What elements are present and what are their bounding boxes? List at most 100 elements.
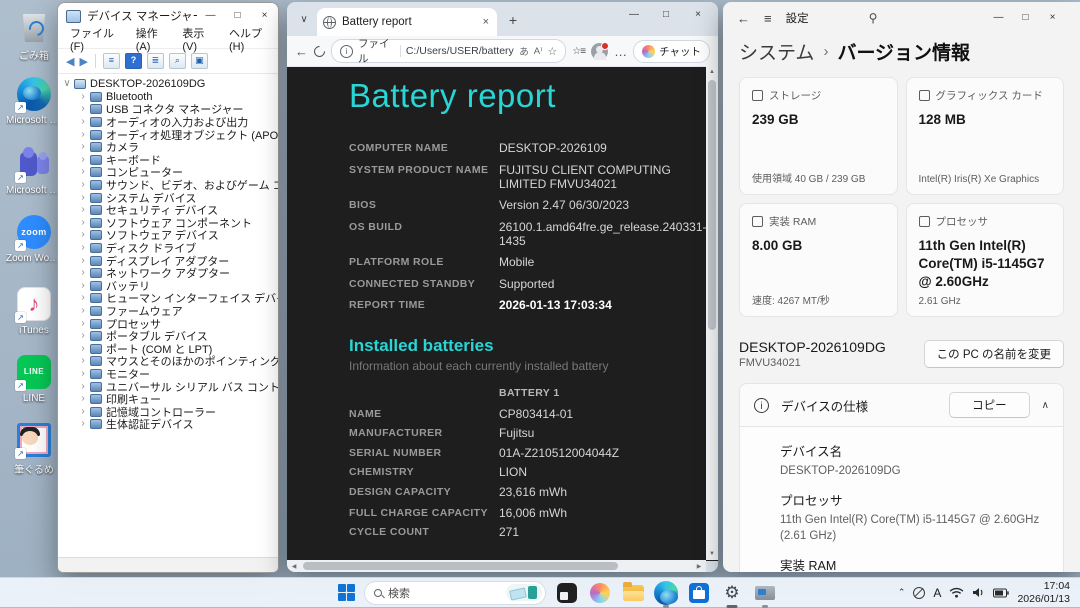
expand-chevron-icon[interactable]: ›	[78, 179, 88, 191]
scan-hardware-icon[interactable]: ⌕	[168, 53, 186, 69]
scroll-right-icon[interactable]: ▶	[692, 563, 706, 570]
vertical-scrollbar[interactable]: ▲ ▼	[706, 66, 718, 560]
maximize-button[interactable]: □	[650, 2, 682, 28]
device-tree-item[interactable]: › カメラ	[62, 141, 278, 154]
forward-icon[interactable]: ▶	[79, 55, 87, 68]
expand-chevron-icon[interactable]: ›	[78, 318, 88, 330]
page-info-icon[interactable]: i	[340, 44, 353, 58]
expand-chevron-icon[interactable]: ›	[78, 343, 88, 355]
expand-chevron-icon[interactable]: ›	[78, 192, 88, 204]
desktop-icon-itunes[interactable]: ♪ ↗ iTunes	[6, 286, 62, 336]
expand-chevron-icon[interactable]: ›	[78, 292, 88, 304]
menu-action[interactable]: 操作(A)	[130, 24, 175, 54]
expand-chevron-icon[interactable]: ›	[78, 355, 88, 367]
hidden-icons-chevron-icon[interactable]: ⌃	[898, 587, 906, 598]
device-spec-expander[interactable]: i デバイスの仕様 コピー ∧	[739, 383, 1064, 427]
help-icon[interactable]: ?	[124, 53, 142, 69]
device-tree-item[interactable]: › ユニバーサル シリアル バス コントローラー	[62, 380, 278, 394]
horizontal-scrollbar[interactable]: ◀ ▶	[287, 560, 706, 572]
back-icon[interactable]: ←	[737, 11, 750, 26]
expand-chevron-icon[interactable]: ›	[78, 229, 88, 241]
desktop-icon-zoom[interactable]: zoom↗ Zoom Workpla...	[6, 214, 62, 264]
expand-chevron-icon[interactable]: ›	[78, 280, 88, 292]
back-icon[interactable]: ←	[295, 44, 308, 59]
desktop-icon-edge[interactable]: ↗ Microsoft Edge	[6, 76, 62, 126]
breadcrumb-system[interactable]: システム	[739, 38, 814, 65]
collapse-chevron-icon[interactable]: ∨	[62, 78, 72, 90]
collections-icon[interactable]: ☆≡	[572, 46, 586, 57]
expand-chevron-icon[interactable]: ›	[78, 406, 88, 418]
menu-view[interactable]: 表示(V)	[176, 24, 221, 54]
device-tree-item[interactable]: › 生体認証デバイス	[62, 418, 278, 431]
minimize-button[interactable]: —	[618, 2, 650, 28]
expand-chevron-icon[interactable]: ›	[78, 267, 88, 279]
new-tab-button[interactable]: +	[501, 8, 525, 32]
expand-chevron-icon[interactable]: ›	[78, 141, 88, 153]
device-tree-item[interactable]: › ネットワーク アダプター	[62, 267, 278, 280]
search-icon[interactable]: ⚲	[869, 11, 878, 25]
expand-chevron-icon[interactable]: ›	[78, 103, 88, 115]
scroll-up-icon[interactable]: ▲	[706, 66, 718, 78]
hamburger-menu-icon[interactable]: ≡	[764, 11, 772, 26]
expand-chevron-icon[interactable]: ›	[78, 166, 88, 178]
expand-chevron-icon[interactable]: ›	[78, 204, 88, 216]
expand-chevron-icon[interactable]: ›	[78, 91, 88, 103]
menu-file[interactable]: ファイル(F)	[64, 24, 128, 54]
expand-chevron-icon[interactable]: ›	[78, 381, 88, 393]
rename-pc-button[interactable]: この PC の名前を変更	[923, 340, 1064, 368]
desktop-icon-recycle-bin[interactable]: ごみ箱	[6, 8, 62, 62]
desktop-icon-teams[interactable]: ↗ Microsoft Tea...	[6, 146, 62, 196]
expand-chevron-icon[interactable]: ›	[78, 129, 88, 141]
device-tree-item[interactable]: › マウスとそのほかのポインティング デバイス	[62, 355, 278, 368]
support-icon[interactable]: ▣	[190, 53, 208, 69]
taskbar-device-manager[interactable]	[753, 581, 777, 608]
settings-titlebar[interactable]: ← ≡ 設定 ⚲ — □ ×	[723, 2, 1080, 34]
copilot-chat-button[interactable]: チャット	[633, 39, 710, 63]
expand-chevron-icon[interactable]: ›	[78, 217, 88, 229]
device-tree-item[interactable]: › ファームウェア	[62, 305, 278, 318]
document-icon[interactable]: ≡	[102, 53, 120, 69]
expand-chevron-icon[interactable]: ›	[78, 116, 88, 128]
properties-icon[interactable]: ≣	[146, 53, 164, 69]
expand-chevron-icon[interactable]: ›	[78, 393, 88, 405]
tab-actions-menu-icon[interactable]: ∨	[293, 8, 315, 32]
settings-menu-icon[interactable]: …	[614, 44, 627, 59]
vertical-scroll-thumb[interactable]	[708, 80, 716, 330]
desktop-icon-fudegurume[interactable]: ↗ 筆ぐるめ	[6, 422, 62, 476]
expand-chevron-icon[interactable]: ›	[78, 255, 88, 267]
expand-chevron-icon[interactable]: ›	[78, 305, 88, 317]
profile-avatar[interactable]	[591, 41, 610, 60]
device-tree-item[interactable]: › オーディオ処理オブジェクト (APO)	[62, 128, 278, 142]
ime-mode-indicator[interactable]: A	[933, 586, 941, 600]
tab-battery-report[interactable]: Battery report ×	[317, 8, 497, 36]
taskbar-search[interactable]: 検索	[364, 580, 546, 605]
tab-close-icon[interactable]: ×	[481, 16, 491, 28]
battery-icon[interactable]	[993, 588, 1010, 598]
chevron-up-icon[interactable]: ∧	[1042, 400, 1049, 411]
taskbar-clock[interactable]: 17:04 2026/01/13	[1017, 580, 1070, 605]
volume-icon[interactable]	[972, 587, 985, 598]
desktop-icon-line[interactable]: LINE ↗ LINE	[6, 354, 62, 404]
refresh-icon[interactable]	[311, 43, 328, 59]
start-button[interactable]	[338, 584, 355, 601]
address-path[interactable]: C:/Users/USER/battery-r...	[406, 45, 514, 57]
address-bar[interactable]: i ファイル C:/Users/USER/battery-r... あ A⁾ ☆	[331, 38, 567, 65]
expand-chevron-icon[interactable]: ›	[78, 242, 88, 254]
minimize-button[interactable]: —	[985, 6, 1012, 30]
close-button[interactable]: ×	[682, 2, 714, 28]
taskbar-copilot[interactable]	[588, 581, 612, 605]
taskbar-settings[interactable]: ⚙	[720, 581, 744, 608]
expand-chevron-icon[interactable]: ›	[78, 368, 88, 380]
device-tree-root[interactable]: ∨ DESKTOP-2026109DG	[62, 78, 278, 91]
horizontal-scroll-thumb[interactable]	[303, 562, 618, 570]
menu-help[interactable]: ヘルプ(H)	[223, 24, 278, 54]
taskbar-app-dark[interactable]	[555, 581, 579, 605]
back-icon[interactable]: ◀	[66, 55, 74, 68]
onedrive-paused-icon[interactable]	[913, 586, 926, 599]
expand-chevron-icon[interactable]: ›	[78, 418, 88, 430]
taskbar-store[interactable]	[687, 581, 711, 605]
expand-chevron-icon[interactable]: ›	[78, 154, 88, 166]
expand-chevron-icon[interactable]: ›	[78, 330, 88, 342]
taskbar-file-explorer[interactable]	[621, 581, 645, 605]
copy-button[interactable]: コピー	[949, 392, 1030, 418]
